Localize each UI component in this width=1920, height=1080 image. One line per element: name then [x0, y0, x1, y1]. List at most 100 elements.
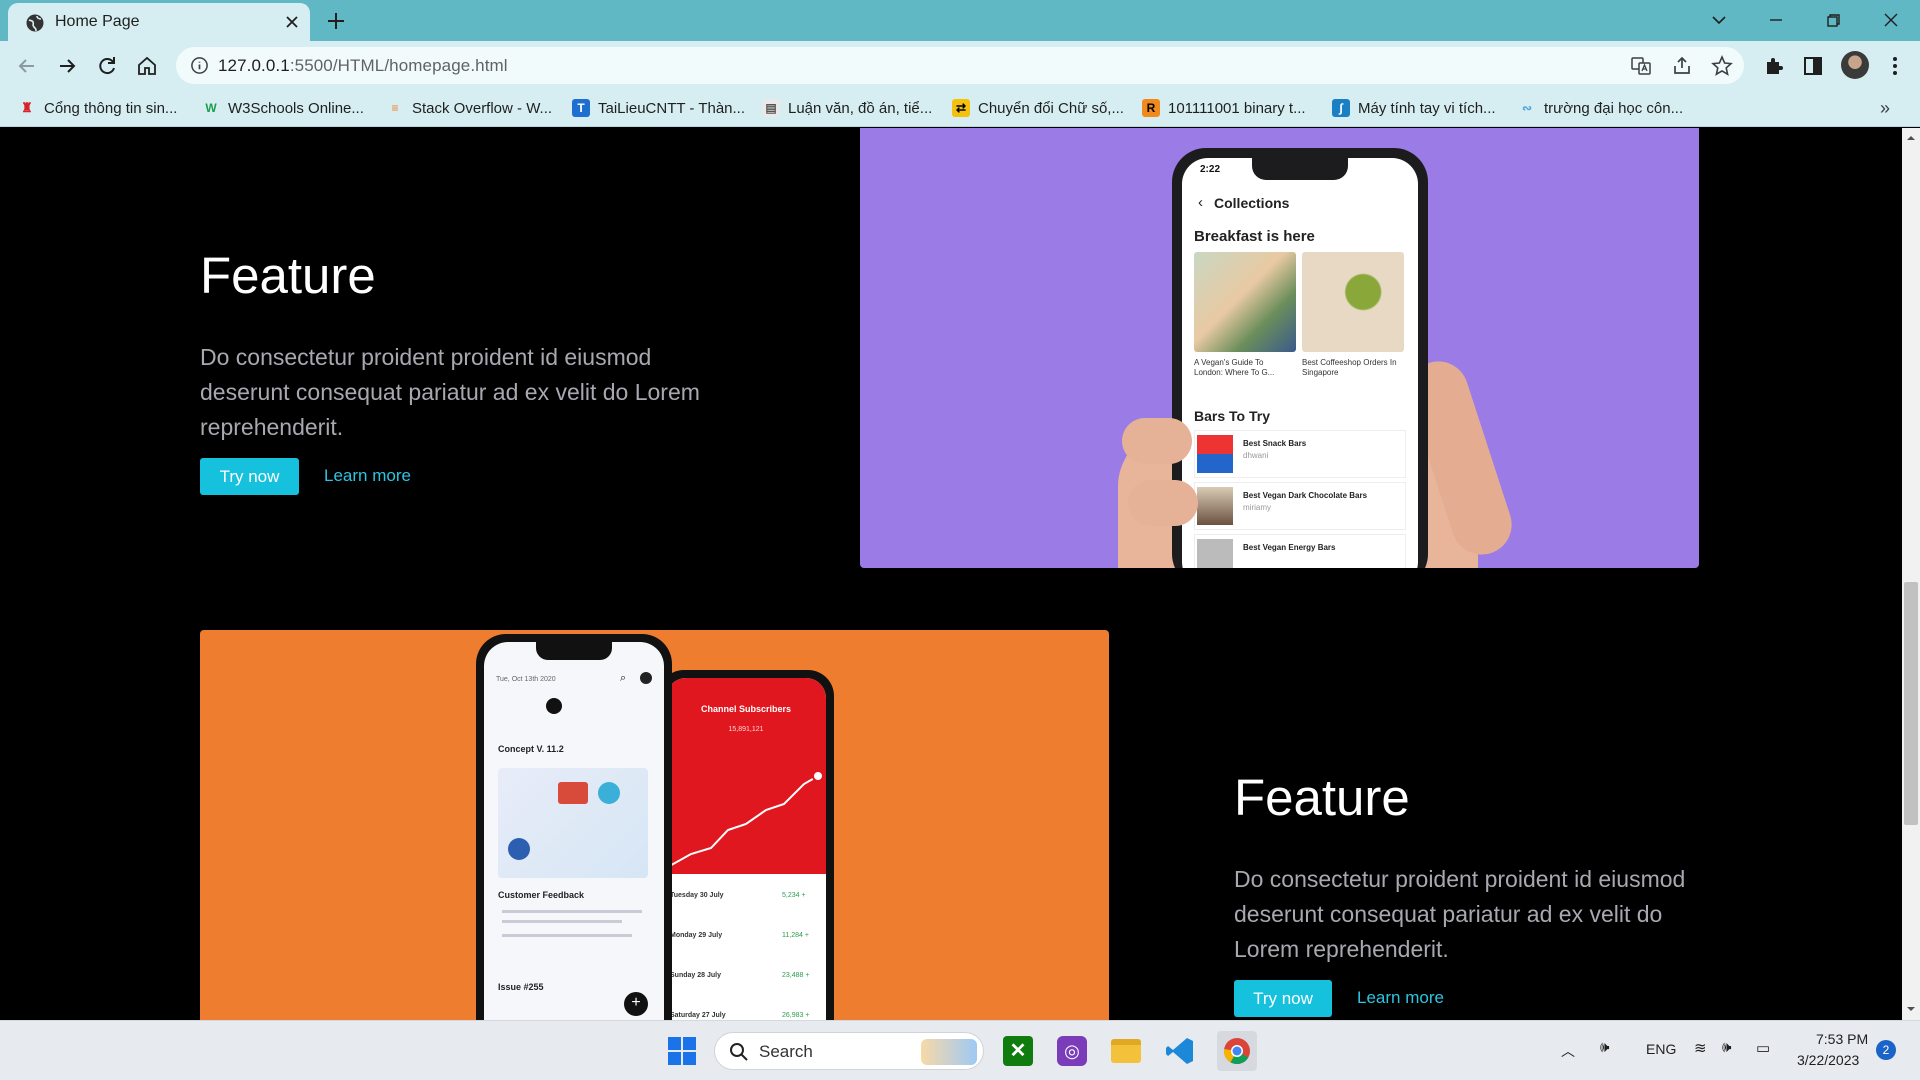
list-item: Best Vegan Dark Chocolate Bars miriamy — [1194, 482, 1406, 530]
close-window-icon[interactable] — [1879, 8, 1903, 32]
bookmark-item[interactable]: ▤ Luận văn, đồ án, tiể... — [762, 97, 932, 119]
try-now-button[interactable]: Try now — [200, 458, 299, 495]
address-bar[interactable]: 127.0.0.1:5500/HTML/homepage.html — [176, 47, 1744, 84]
volume-icon[interactable]: 🕪 — [1722, 1039, 1731, 1056]
feature-description: Do consectetur proident proident id eius… — [200, 344, 700, 440]
food-photo — [1194, 252, 1296, 352]
profile-avatar[interactable] — [1841, 51, 1869, 79]
chrome-app[interactable] — [1217, 1031, 1257, 1071]
xbox-app[interactable]: ✕ — [998, 1031, 1038, 1071]
chevron-up-icon[interactable]: ︿ — [1561, 1041, 1575, 1061]
vscode-app[interactable] — [1160, 1031, 1200, 1071]
file-explorer-app[interactable] — [1106, 1031, 1146, 1071]
side-panel-icon[interactable] — [1800, 53, 1826, 79]
page-scrollbar[interactable] — [1902, 128, 1920, 1020]
phone-notch — [536, 642, 612, 660]
home-icon[interactable] — [134, 53, 160, 79]
phone-notch — [1252, 158, 1348, 180]
feature-title: Feature — [200, 247, 376, 304]
phone-section-title: Breakfast is here — [1194, 228, 1315, 245]
phone-screen: Channel Subscribers 15,891,121 Tuesday 3… — [666, 678, 826, 1020]
restore-icon[interactable] — [1821, 8, 1845, 32]
selected-day-dot — [546, 698, 562, 714]
scroll-up-icon[interactable] — [1905, 132, 1917, 144]
phone-time: 2:22 — [1200, 164, 1221, 175]
bookmark-item[interactable]: ∫ Máy tính tay vi tích... — [1332, 97, 1496, 119]
extensions-icon[interactable] — [1761, 53, 1787, 79]
university-icon: ♜ — [21, 100, 33, 115]
bookmark-item[interactable]: T TaiLieuCNTT - Thàn... — [572, 97, 745, 119]
minimize-icon[interactable] — [1764, 8, 1788, 32]
tab-title: Home Page — [55, 13, 140, 30]
energy-bar-photo — [1197, 539, 1233, 568]
subscriber-line-chart — [666, 770, 824, 869]
w3schools-icon: W — [205, 101, 217, 115]
site-info-icon[interactable] — [190, 56, 209, 75]
finger-shape — [1122, 418, 1192, 464]
snack-bar-photo — [1197, 435, 1233, 473]
share-icon[interactable] — [1670, 54, 1694, 78]
forward-icon[interactable] — [54, 53, 80, 79]
text-line — [502, 934, 632, 937]
bookmark-item[interactable]: ♜ Cổng thông tin sin... — [18, 97, 177, 119]
tab-home-page[interactable]: Home Page — [8, 3, 310, 41]
feature-title: Feature — [1234, 769, 1410, 826]
new-tab-icon[interactable] — [324, 9, 348, 33]
card-caption: A Vegan's Guide To London: Where To G... — [1194, 358, 1275, 377]
bookmark-item[interactable]: ∾ trường đại học côn... — [1518, 97, 1683, 119]
learn-more-link[interactable]: Learn more — [1357, 988, 1444, 1008]
scroll-down-icon[interactable] — [1905, 1003, 1917, 1015]
app-pinned[interactable]: ◎ — [1052, 1031, 1092, 1071]
phone-screen: Tue, Oct 13th 2020 ⌕ Concept V. 11.2 Cus… — [484, 642, 664, 1020]
finger-shape — [1128, 480, 1198, 526]
feature-description: Do consectetur proident proident id eius… — [1234, 866, 1686, 962]
phone-frame: Channel Subscribers 15,891,121 Tuesday 3… — [658, 670, 834, 1020]
notification-badge[interactable]: 2 — [1876, 1040, 1896, 1060]
clock-time[interactable]: 7:53 PM — [1816, 1031, 1868, 1047]
tab-strip: Home Page — [0, 0, 1920, 41]
start-button[interactable] — [662, 1031, 702, 1071]
text-line — [502, 910, 642, 913]
learn-more-link[interactable]: Learn more — [324, 466, 411, 486]
close-tab-icon[interactable] — [283, 13, 301, 31]
chocolate-photo — [1197, 487, 1233, 525]
bookmark-star-icon[interactable] — [1710, 54, 1734, 78]
bookmark-item[interactable]: R 101111001 binary t... — [1142, 97, 1306, 119]
translate-icon[interactable] — [1629, 54, 1653, 78]
folder-icon — [1111, 1039, 1141, 1063]
scrollbar-thumb[interactable] — [1904, 582, 1918, 825]
card-caption: Best Coffeeshop Orders In Singapore — [1302, 358, 1397, 377]
document-icon: ▤ — [762, 99, 780, 117]
tab-search-chevron-icon[interactable] — [1707, 8, 1731, 32]
phone-screen: 2:22 ‹ Collections Breakfast is here A V… — [1182, 158, 1418, 568]
windows-logo-icon — [668, 1037, 696, 1065]
xbox-icon: ✕ — [1003, 1036, 1033, 1066]
stackoverflow-icon: ≡ — [391, 101, 399, 115]
pen-menu-icon[interactable]: 🕪 — [1600, 1039, 1609, 1056]
bookmarks-bar: ♜ Cổng thông tin sin... W W3Schools Onli… — [0, 90, 1920, 127]
more-bookmarks-icon[interactable]: » — [1880, 98, 1900, 118]
phone-frame: 2:22 ‹ Collections Breakfast is here A V… — [1172, 148, 1428, 568]
vscode-icon — [1166, 1038, 1193, 1064]
convert-icon: ⇄ — [952, 99, 970, 117]
reload-icon[interactable] — [94, 53, 120, 79]
bookmark-item[interactable]: ⇄ Chuyển đổi Chữ số,... — [952, 97, 1124, 119]
try-now-button[interactable]: Try now — [1234, 980, 1332, 1017]
bookmark-item[interactable]: ≡ Stack Overflow - W... — [386, 97, 552, 119]
clock-date[interactable]: 3/22/2023 — [1797, 1052, 1859, 1068]
url-text: 127.0.0.1:5500/HTML/homepage.html — [218, 56, 508, 75]
concept-preview — [498, 768, 648, 878]
chrome-icon — [1223, 1038, 1250, 1065]
app-icon: ◎ — [1057, 1036, 1087, 1066]
browser-toolbar: 127.0.0.1:5500/HTML/homepage.html — [0, 41, 1920, 90]
bookmark-item[interactable]: W W3Schools Online... — [202, 97, 364, 119]
back-icon[interactable] — [14, 53, 40, 79]
tailieu-icon: T — [572, 99, 590, 117]
globe-icon — [26, 14, 44, 32]
language-indicator[interactable]: ENG — [1646, 1041, 1676, 1057]
page-viewport: Feature Do consectetur proident proident… — [0, 128, 1902, 1020]
wifi-icon[interactable]: ≋ — [1694, 1039, 1707, 1057]
menu-kebab-icon[interactable] — [1882, 53, 1908, 79]
battery-icon[interactable]: ▭ — [1756, 1039, 1770, 1057]
taskbar-search[interactable]: Search — [714, 1032, 984, 1070]
